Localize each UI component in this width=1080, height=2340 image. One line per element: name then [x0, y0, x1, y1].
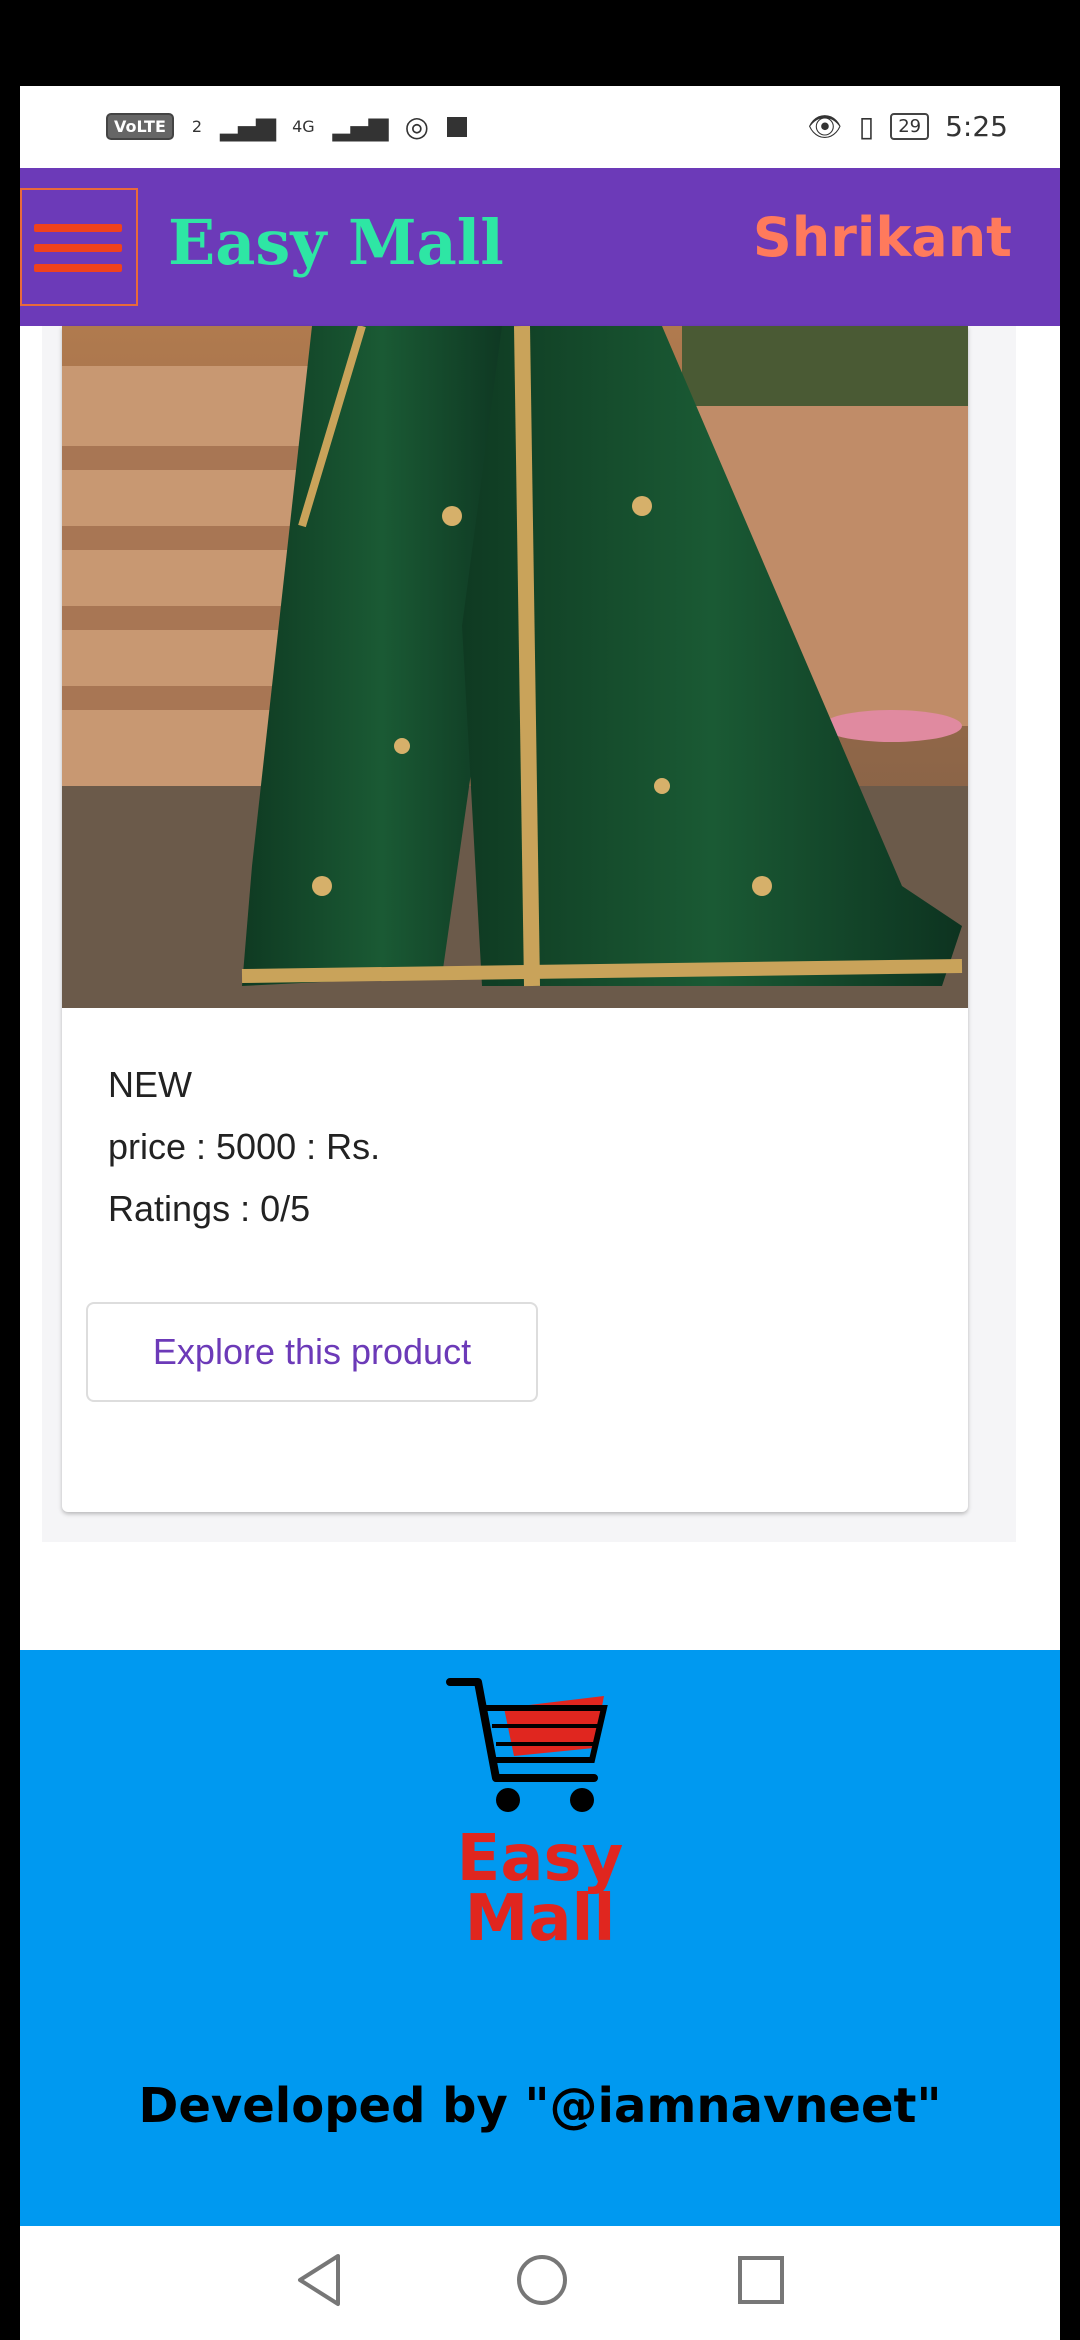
hamburger-menu-icon[interactable] [20, 188, 138, 306]
app-title[interactable]: Easy Mall [168, 206, 504, 279]
signal-icon-2: ▂▄▆ [332, 111, 389, 142]
home-circle-icon[interactable] [514, 2252, 570, 2308]
shopping-cart-icon [446, 1678, 608, 1812]
sim-slot: 2 [191, 117, 203, 136]
vibrate-icon: ▯ [858, 110, 875, 143]
signal-icon: ▂▄▆ [220, 111, 276, 142]
footer: Easy Mall Developed by "@iamnavneet" [20, 1650, 1060, 2226]
explore-product-button[interactable]: Explore this product [86, 1302, 538, 1402]
recents-square-icon[interactable] [736, 2252, 786, 2308]
user-name[interactable]: Shrikant [753, 206, 1012, 269]
app-screen: VoLTE 2 ▂▄▆ 4G ▂▄▆ ◎ 👁 ▯ 29 5:25 Easy Ma… [20, 86, 1060, 2340]
product-price: price : 5000 : Rs. [108, 1126, 381, 1167]
volte-badge: VoLTE [106, 113, 174, 140]
developer-credit: Developed by "@iamnavneet" [138, 2078, 942, 2134]
clock: 5:25 [945, 110, 1008, 143]
system-nav-bar [20, 2226, 1060, 2340]
battery-level: 29 [890, 113, 930, 140]
back-triangle-icon[interactable] [294, 2252, 344, 2308]
product-badge: NEW [108, 1064, 192, 1105]
notification-icon [447, 116, 468, 137]
footer-logo-line2: Mall [464, 1882, 616, 1956]
hotspot-icon: ◎ [404, 110, 430, 143]
product-image [62, 326, 968, 1008]
app-bar: Easy Mall Shrikant [20, 168, 1060, 326]
network-type: 4G [292, 117, 315, 136]
product-ratings: Ratings : 0/5 [108, 1188, 311, 1229]
status-right: 👁 ▯ 29 5:25 [807, 110, 1008, 143]
status-left: VoLTE 2 ▂▄▆ 4G ▂▄▆ ◎ [106, 110, 468, 143]
footer-logo-line1: Easy [456, 1822, 624, 1896]
product-info: NEW price : 5000 : Rs. Ratings : 0/5 [108, 1054, 380, 1240]
product-card: NEW price : 5000 : Rs. Ratings : 0/5 Exp… [62, 326, 968, 1512]
status-bar: VoLTE 2 ▂▄▆ 4G ▂▄▆ ◎ 👁 ▯ 29 5:25 [20, 86, 1060, 168]
eye-icon: 👁 [807, 110, 843, 143]
